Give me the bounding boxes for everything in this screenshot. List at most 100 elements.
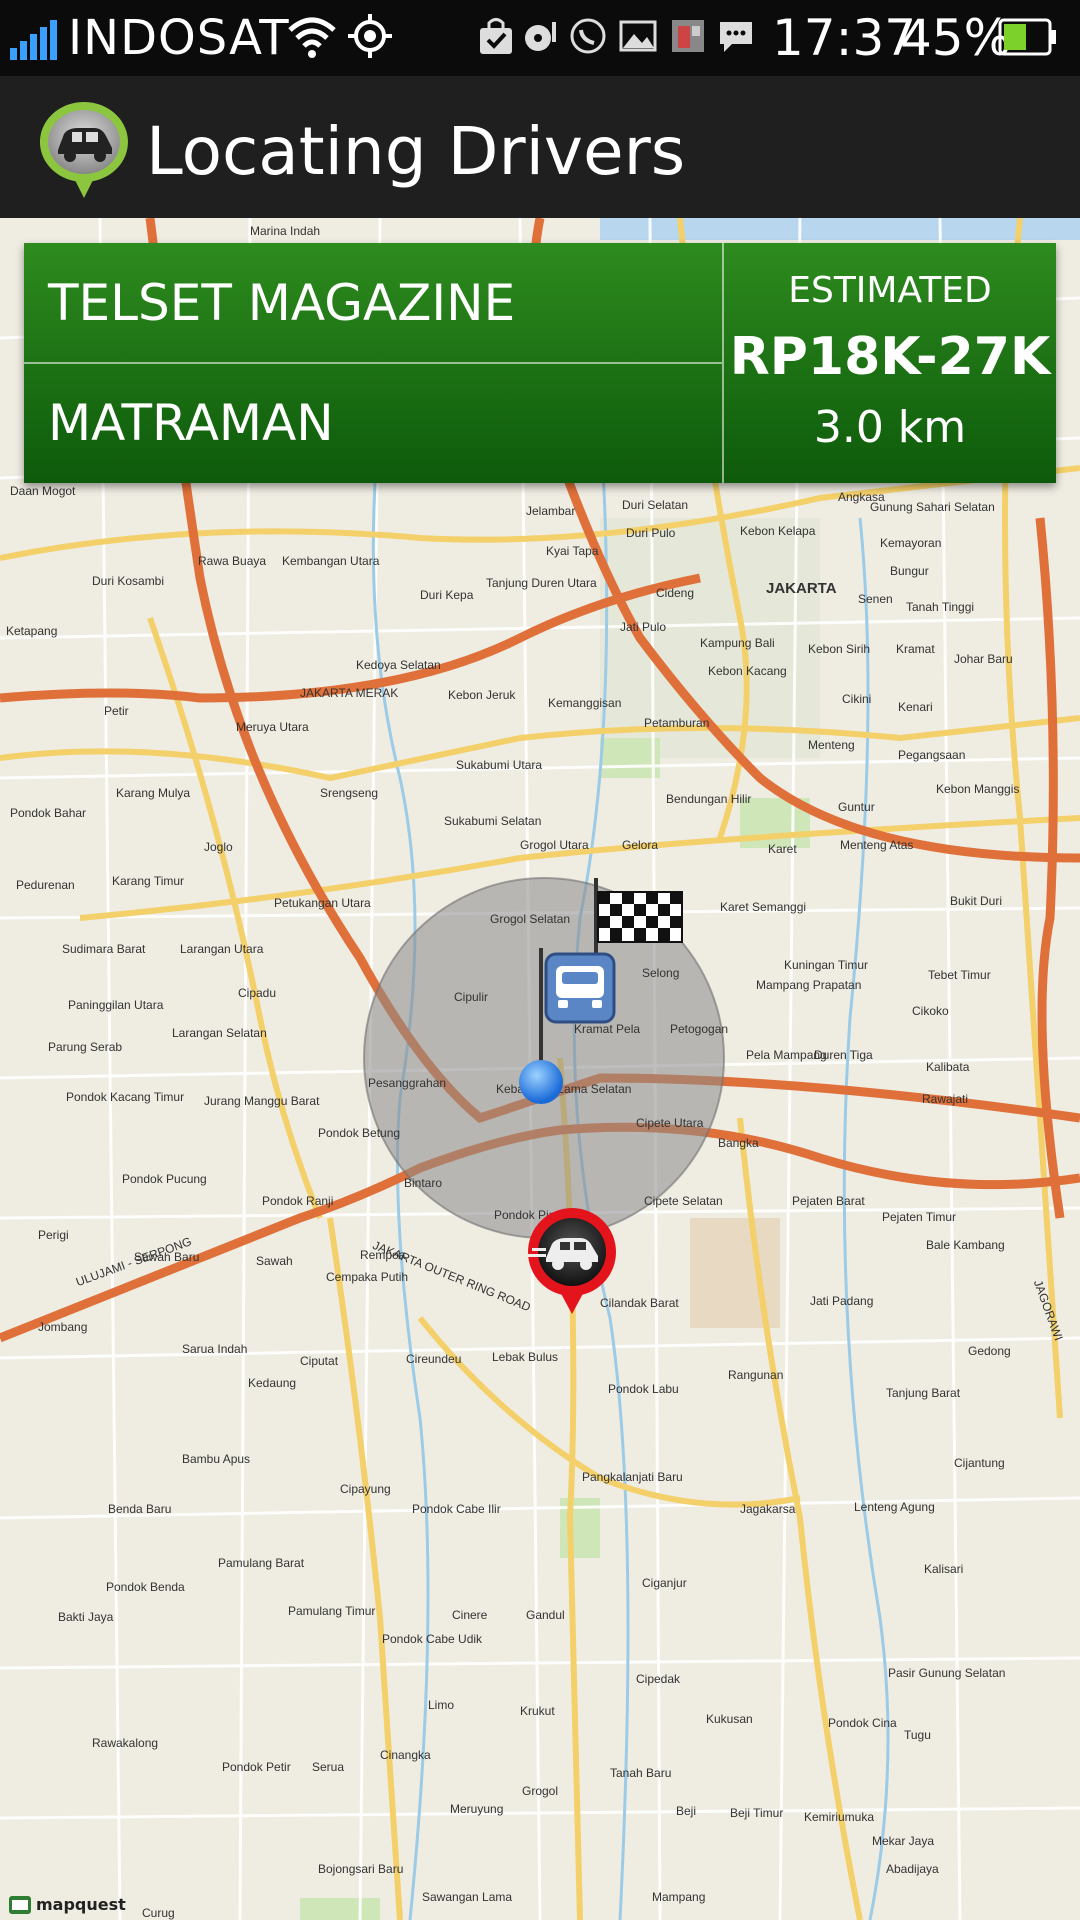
attribution-label: mapquest — [36, 1895, 126, 1914]
map-label: Pondok Ranji — [262, 1194, 334, 1208]
map-label: Bale Kambang — [926, 1238, 1005, 1252]
origin-field[interactable]: TELSET MAGAZINE — [24, 243, 722, 363]
map-label: Kyai Tapa — [546, 544, 599, 558]
map-label: Joglo — [204, 840, 233, 854]
map-label: Lebak Bulus — [492, 1350, 559, 1364]
map-label: Pondok Labu — [608, 1382, 679, 1396]
map-label: Cinere — [452, 1608, 488, 1622]
map-label: Perigi — [38, 1228, 69, 1242]
map-label: Larangan Utara — [180, 942, 264, 956]
map-label: Kukusan — [706, 1712, 753, 1726]
map-label: Kemanggisan — [548, 696, 622, 710]
wifi-icon — [288, 17, 336, 58]
map-label: Kedoya Selatan — [356, 658, 441, 672]
map-label: Kebon Kacang — [708, 664, 787, 678]
trip-info-panel[interactable]: TELSET MAGAZINE MATRAMAN ESTIMATED RP18K… — [24, 243, 1056, 483]
map-label: Pegangsaan — [898, 748, 966, 762]
destination-field[interactable]: MATRAMAN — [24, 363, 722, 483]
map-label: Kebon Jeruk — [448, 688, 516, 702]
map-label: Ciganjur — [642, 1576, 687, 1590]
map-label: Pondok Betung — [318, 1126, 401, 1140]
map-attribution[interactable]: mapquest — [8, 1894, 126, 1916]
map-label: Menteng — [808, 738, 855, 752]
map-label: Benda Baru — [108, 1502, 172, 1516]
map-label: Jati Pulo — [620, 620, 667, 634]
map-label: Cipedak — [636, 1672, 681, 1686]
map-label: Pasir Gunung Selatan — [888, 1666, 1006, 1680]
fare-range: RP18K-27K — [729, 327, 1051, 387]
map-label: Mekar Jaya — [872, 1834, 935, 1848]
map-label: Duri Kepa — [420, 588, 474, 602]
map-label: Duri Selatan — [622, 498, 689, 512]
map-label: Cinangka — [380, 1748, 431, 1762]
map-label: Pejaten Barat — [792, 1194, 865, 1208]
map-label: Pedurenan — [16, 878, 75, 892]
map-label: Bojongsari Baru — [318, 1862, 404, 1876]
map-label: Bakti Jaya — [58, 1610, 114, 1624]
map-label: Petamburan — [644, 716, 710, 730]
map-label: Meruyung — [450, 1802, 504, 1816]
map-label: Karet Semanggi — [720, 900, 807, 914]
map-label: Kedaung — [248, 1376, 297, 1390]
map-label: Pondok Cina — [828, 1716, 897, 1730]
driver-car-marker-icon[interactable] — [522, 1208, 622, 1318]
map-label: Grogol — [522, 1784, 559, 1798]
map-label: Mampang — [652, 1890, 706, 1904]
map-label: Sudimara Barat — [62, 942, 146, 956]
map-label: Gandul — [526, 1608, 565, 1622]
map-label: Sukabumi Selatan — [444, 814, 542, 828]
map-label: Cipete Utara — [636, 1116, 704, 1130]
whatsapp-icon — [570, 18, 606, 54]
map-label: Petogogan — [670, 1022, 729, 1036]
map-label: Bintaro — [404, 1176, 443, 1190]
map-label: Jati Padang — [810, 1294, 874, 1308]
trip-distance: 3.0 km — [813, 402, 967, 453]
taxi-marker-icon[interactable] — [544, 952, 616, 1024]
map-label: Grogol Selatan — [490, 912, 571, 926]
map-label: Cipayung — [340, 1482, 391, 1496]
map-label: Bendungan Hilir — [666, 792, 752, 806]
map-label: Sawah — [256, 1254, 293, 1268]
map-label: Larangan Selatan — [172, 1026, 267, 1040]
map-label: Kampung Bali — [700, 636, 775, 650]
map-label: Cijantung — [954, 1456, 1005, 1470]
map-label: Beji — [676, 1804, 697, 1818]
map-label: Jurang Manggu Barat — [204, 1094, 320, 1108]
map-label: Pondok Petir — [222, 1760, 291, 1774]
map-label: Grogol Utara — [520, 838, 589, 852]
map-label: Tanah Baru — [610, 1766, 672, 1780]
map-label: Pondok Kacang Timur — [66, 1090, 185, 1104]
map-label: Jagakarsa — [740, 1502, 796, 1516]
map-label: Cipete Selatan — [644, 1194, 723, 1208]
map-label: Gelora — [622, 838, 659, 852]
map-label: Pamulang Timur — [288, 1604, 376, 1618]
map-label: Paninggilan Utara — [68, 998, 164, 1012]
map-label: Beji Timur — [730, 1806, 784, 1820]
map-label: Kebon Kelapa — [740, 524, 816, 538]
map-label: Petukangan Utara — [274, 896, 371, 910]
map-label: Duri Pulo — [626, 526, 676, 540]
map-label: Gedong — [968, 1344, 1011, 1358]
fare-estimate: ESTIMATED RP18K-27K 3.0 km — [724, 243, 1056, 483]
gps-icon — [348, 14, 392, 58]
map-label: Sawangan Lama — [422, 1890, 513, 1904]
map-label: Tanah Tinggi — [906, 600, 975, 614]
map-label: Tugu — [904, 1728, 931, 1742]
map-label: Limo — [428, 1698, 455, 1712]
map-label: Curug — [142, 1906, 175, 1920]
map-label: Sukabumi Utara — [456, 758, 543, 772]
map-city-label: JAKARTA — [766, 580, 837, 597]
map-label: Jombang — [38, 1320, 88, 1334]
map-label: Rawa Buaya — [198, 554, 267, 568]
map-label: Cipadu — [238, 986, 277, 1000]
taxi-logo-icon[interactable] — [36, 98, 132, 202]
map-label: Petir — [104, 704, 129, 718]
map-label: Cempaka Putih — [326, 1270, 409, 1284]
map-label: Pondok Cabe Ilir — [412, 1502, 501, 1516]
map-label: Meruya Utara — [236, 720, 309, 734]
map-label: Pesanggrahan — [368, 1076, 447, 1090]
map-label: Kalibata — [926, 1060, 970, 1074]
map-label: Kebon Manggis — [936, 782, 1020, 796]
map-label: Pejaten Timur — [882, 1210, 957, 1224]
map-label: Ketapang — [6, 624, 58, 638]
